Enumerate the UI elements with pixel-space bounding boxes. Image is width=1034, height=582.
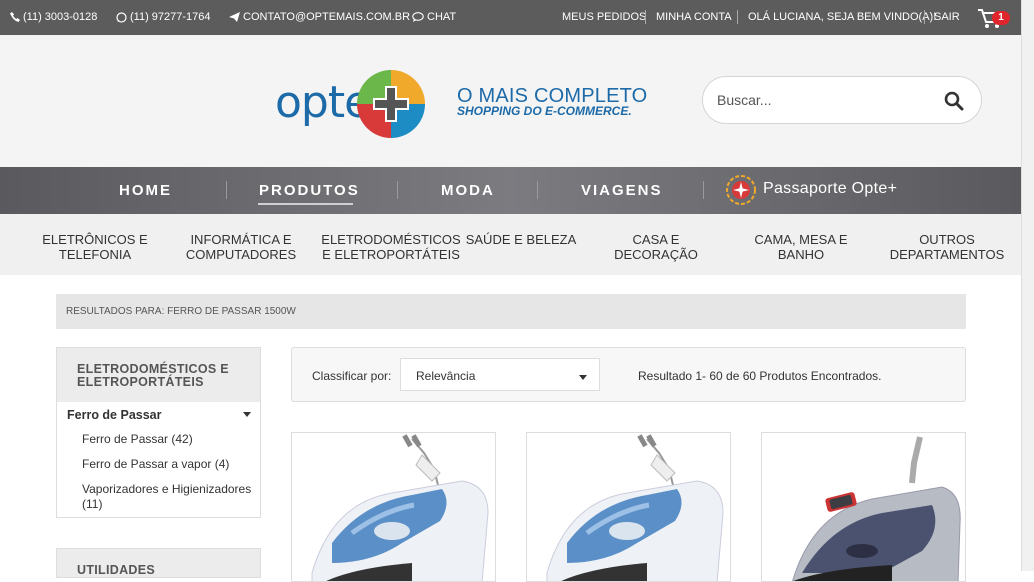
- category-line: DEPARTAMENTOS: [889, 247, 1005, 262]
- category-line: DECORAÇÃO: [614, 247, 698, 262]
- filter-item[interactable]: Ferro de Passar a vapor (4): [82, 457, 257, 472]
- category-outros[interactable]: OUTROS DEPARTAMENTOS: [884, 232, 1010, 262]
- search-input[interactable]: [717, 89, 917, 111]
- filter-item[interactable]: Ferro de Passar (42): [82, 432, 257, 447]
- nav-divider: [397, 181, 398, 199]
- logout-link[interactable]: SAIR: [934, 11, 960, 23]
- send-icon: [229, 12, 240, 22]
- whatsapp-number: (11) 97277-1764: [130, 11, 211, 23]
- filter-box-title: ELETRODOMÉSTICOS E ELETROPORTÁTEIS: [57, 348, 260, 402]
- phone-icon: [10, 12, 20, 22]
- slogan-sub: SHOPPING DO E-COMMERCE.: [457, 104, 632, 118]
- nav-divider: [537, 181, 538, 199]
- email-address: CONTATO@OPTEMAIS.COM.BR: [243, 11, 411, 23]
- caret-down-icon[interactable]: [243, 412, 251, 417]
- chat-link[interactable]: CHAT: [412, 11, 456, 23]
- product-image-iron[interactable]: [292, 433, 496, 582]
- chat-icon: [412, 12, 424, 22]
- category-informatica[interactable]: INFORMÁTICA E COMPUTADORES: [183, 232, 299, 262]
- my-account-link[interactable]: MINHA CONTA: [656, 11, 732, 23]
- product-card[interactable]: [291, 432, 496, 582]
- cart-count-badge: 1: [992, 11, 1010, 25]
- divider: [645, 10, 646, 24]
- category-line: TELEFONIA: [58, 247, 132, 262]
- my-orders-label: MEUS PEDIDOS: [562, 11, 647, 23]
- active-nav-underline: [258, 203, 353, 205]
- results-count: Resultado 1- 60 de 60 Produtos Encontrad…: [638, 369, 882, 383]
- search-icon[interactable]: [943, 90, 965, 112]
- category-line: E ELETROPORTÁTEIS: [322, 247, 460, 262]
- email-contact[interactable]: CONTATO@OPTEMAIS.COM.BR: [229, 11, 410, 23]
- category-eletronicos[interactable]: ELETRÔNICOS E TELEFONIA: [40, 232, 150, 262]
- sidebar-filter-box: ELETRODOMÉSTICOS E ELETROPORTÁTEIS Ferro…: [56, 347, 261, 518]
- category-eletrodomesticos[interactable]: ELETRODOMÉSTICOS E ELETROPORTÁTEIS: [320, 232, 462, 262]
- greeting-label: OLÁ LUCIANA, SEJA BEM VINDO(A)!: [748, 11, 937, 23]
- sort-selected-value: Relevância: [416, 369, 476, 383]
- my-account-label: MINHA CONTA: [656, 11, 732, 23]
- search-box: [702, 76, 982, 124]
- sidebar-utilidades-box[interactable]: UTILIDADES: [56, 548, 261, 578]
- nav-produtos[interactable]: PRODUTOS: [259, 182, 360, 199]
- product-image-iron[interactable]: [762, 433, 966, 582]
- category-cama-mesa-banho[interactable]: CAMA, MESA E BANHO: [745, 232, 857, 262]
- category-line: ELETRODOMÉSTICOS: [321, 232, 461, 247]
- phone-contact[interactable]: (11) 3003-0128: [10, 11, 97, 23]
- filter-title-line: ELETROPORTÁTEIS: [77, 375, 204, 389]
- category-line: SAÚDE E BELEZA: [465, 232, 577, 247]
- product-card[interactable]: [526, 432, 731, 582]
- filter-item[interactable]: Vaporizadores e Higienizadores (11): [82, 482, 257, 512]
- whatsapp-icon: [116, 11, 127, 23]
- top-bar: (11) 3003-0128 (11) 97277-1764 CONTATO@O…: [0, 0, 1021, 35]
- product-card[interactable]: [761, 432, 966, 582]
- category-line: OUTROS: [919, 232, 975, 247]
- category-saude-beleza[interactable]: SAÚDE E BELEZA: [463, 232, 579, 247]
- search-results-breadcrumb: RESULTADOS PARA: FERRO DE PASSAR 1500W: [56, 294, 966, 329]
- category-line: CAMA, MESA E: [754, 232, 848, 247]
- category-line: BANHO: [777, 247, 825, 262]
- nav-passaporte[interactable]: Passaporte Opte+: [763, 180, 897, 198]
- divider: [924, 10, 925, 24]
- category-line: ELETRÔNICOS E: [42, 232, 148, 247]
- chat-label: CHAT: [427, 11, 457, 23]
- caret-down-icon: [579, 375, 587, 380]
- product-image-iron[interactable]: [527, 433, 731, 582]
- category-line: COMPUTADORES: [185, 247, 297, 262]
- nav-home[interactable]: HOME: [119, 182, 172, 199]
- nav-viagens[interactable]: VIAGENS: [581, 182, 663, 199]
- category-line: INFORMÁTICA E: [190, 232, 292, 247]
- subcategory-toggle[interactable]: Ferro de Passar: [67, 408, 162, 422]
- sort-bar: Classificar por: Relevância Resultado 1-…: [291, 347, 966, 402]
- passport-compass-icon: [726, 175, 756, 205]
- page-scrollbar[interactable]: [1021, 0, 1034, 571]
- greeting-text: OLÁ LUCIANA, SEJA BEM VINDO(A)!: [748, 11, 936, 23]
- my-orders-link[interactable]: MEUS PEDIDOS: [562, 11, 646, 23]
- logo-pinwheel-icon[interactable]: [355, 68, 427, 140]
- phone-number: (11) 3003-0128: [23, 11, 98, 23]
- sort-select[interactable]: Relevância: [400, 358, 600, 391]
- main-nav: HOME PRODUTOS MODA VIAGENS Passaporte Op…: [0, 167, 1021, 214]
- whatsapp-contact[interactable]: (11) 97277-1764: [116, 11, 211, 23]
- logout-label: SAIR: [934, 11, 960, 23]
- sort-label: Classificar por:: [312, 369, 392, 383]
- divider: [737, 10, 738, 24]
- nav-moda[interactable]: MODA: [441, 182, 495, 199]
- category-line: CASA E: [632, 232, 680, 247]
- category-bar: ELETRÔNICOS E TELEFONIA INFORMÁTICA E CO…: [0, 214, 1021, 275]
- category-casa-decoracao[interactable]: CASA E DECORAÇÃO: [600, 232, 712, 262]
- nav-divider: [703, 181, 704, 199]
- nav-divider: [226, 181, 227, 199]
